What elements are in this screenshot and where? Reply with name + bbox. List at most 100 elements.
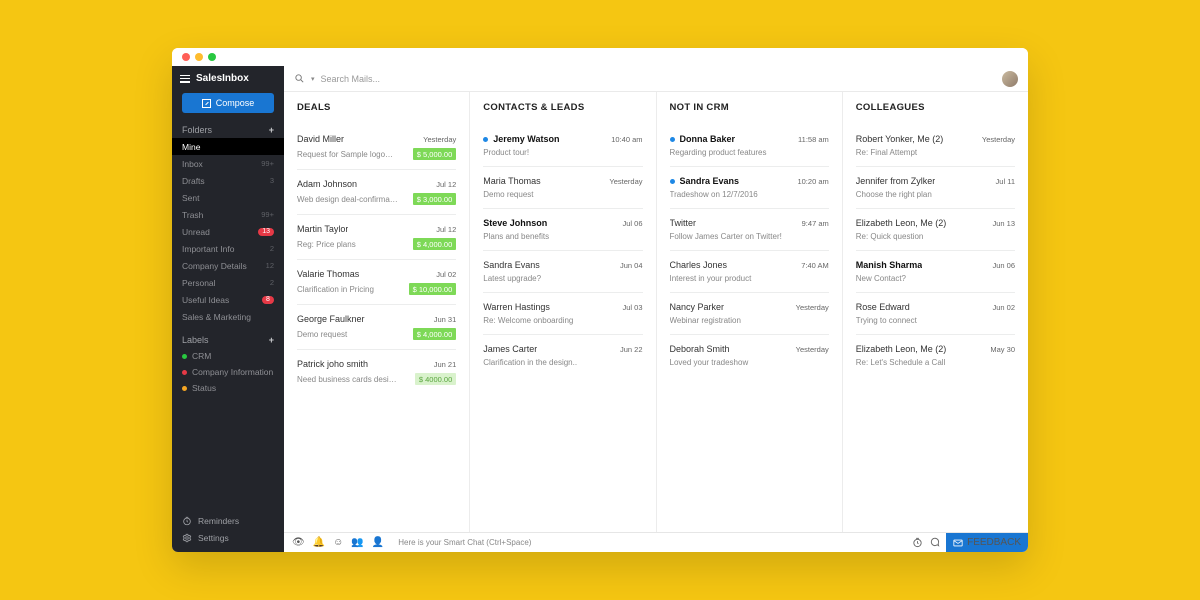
- mail-from: Patrick joho smith: [297, 359, 368, 369]
- add-folder-button[interactable]: +: [269, 125, 274, 135]
- mail-item[interactable]: Adam JohnsonJul 12Web design deal-confir…: [297, 170, 456, 215]
- folder-drafts[interactable]: Drafts3: [172, 172, 284, 189]
- mail-item[interactable]: Maria ThomasYesterdayDemo request: [483, 167, 642, 209]
- unread-dot-icon: [670, 179, 675, 184]
- compose-button[interactable]: Compose: [182, 93, 274, 113]
- mail-item[interactable]: Valarie ThomasJul 02Clarification in Pri…: [297, 260, 456, 305]
- chat-icon[interactable]: [929, 537, 940, 548]
- mail-subject: Regarding product features: [670, 148, 829, 157]
- mail-from: Maria Thomas: [483, 176, 540, 186]
- mail-subject: Clarification in the design..: [483, 358, 642, 367]
- folder-label: Useful Ideas: [182, 295, 229, 305]
- app-window: SalesInbox Compose Folders + MineInbox99…: [172, 48, 1028, 552]
- column-not-in-crm: NOT IN CRMDonna Baker11:58 amRegarding p…: [657, 92, 843, 532]
- label-status[interactable]: Status: [172, 380, 284, 396]
- folder-label: Sales & Marketing: [182, 312, 251, 322]
- mail-subject: Re: Quick question: [856, 232, 1015, 241]
- settings-nav[interactable]: Settings: [172, 529, 284, 546]
- label-dot-icon: [182, 354, 187, 359]
- mail-time: Jul 11: [996, 177, 1015, 186]
- mail-item[interactable]: Steve JohnsonJul 06Plans and benefits: [483, 209, 642, 251]
- folder-inbox[interactable]: Inbox99+: [172, 155, 284, 172]
- folder-personal[interactable]: Personal2: [172, 274, 284, 291]
- person-icon[interactable]: 👤: [372, 537, 384, 548]
- mail-item[interactable]: Deborah SmithYesterdayLoved your tradesh…: [670, 335, 829, 376]
- mail-subject: Re: Let's Schedule a Call: [856, 358, 1015, 367]
- column-contacts-leads: CONTACTS & LEADSJeremy Watson10:40 amPro…: [470, 92, 656, 532]
- mail-item[interactable]: Jennifer from ZylkerJul 11Choose the rig…: [856, 167, 1015, 209]
- mail-item[interactable]: Donna Baker11:58 amRegarding product fea…: [670, 125, 829, 167]
- folder-company-details[interactable]: Company Details12: [172, 257, 284, 274]
- maximize-icon[interactable]: [208, 53, 216, 61]
- mail-from: Charles Jones: [670, 260, 728, 270]
- mail-item[interactable]: Sandra Evans10:20 amTradeshow on 12/7/20…: [670, 167, 829, 209]
- mail-from: Jennifer from Zylker: [856, 176, 936, 186]
- mail-item[interactable]: James CarterJun 22Clarification in the d…: [483, 335, 642, 376]
- mail-time: Jun 22: [620, 345, 643, 354]
- search-input[interactable]: [321, 74, 996, 84]
- hamburger-icon[interactable]: [180, 75, 190, 83]
- folder-mine[interactable]: Mine: [172, 138, 284, 155]
- mail-time: Jul 02: [436, 270, 456, 279]
- mail-item[interactable]: Charles Jones7:40 AMInterest in your pro…: [670, 251, 829, 293]
- folder-useful-ideas[interactable]: Useful Ideas8: [172, 291, 284, 308]
- mail-item[interactable]: Martin TaylorJul 12Reg: Price plans$ 4,0…: [297, 215, 456, 260]
- add-label-button[interactable]: +: [269, 335, 274, 345]
- smile-icon[interactable]: ☺: [333, 537, 343, 548]
- folder-count: 12: [266, 261, 274, 270]
- mail-item[interactable]: David MillerYesterdayRequest for Sample …: [297, 125, 456, 170]
- mail-time: 7:40 AM: [801, 261, 829, 270]
- mail-item[interactable]: Manish SharmaJun 06New Contact?: [856, 251, 1015, 293]
- eye-icon[interactable]: 👁: [292, 537, 305, 548]
- mail-item[interactable]: Sandra EvansJun 04Latest upgrade?: [483, 251, 642, 293]
- folder-important-info[interactable]: Important Info2: [172, 240, 284, 257]
- bell-icon[interactable]: 🔔: [313, 537, 325, 548]
- mail-item[interactable]: Elizabeth Leon, Me (2)May 30Re: Let's Sc…: [856, 335, 1015, 376]
- mail-time: 10:40 am: [611, 135, 642, 144]
- folder-count: 2: [270, 278, 274, 287]
- gear-icon: [182, 533, 192, 543]
- mail-time: Yesterday: [609, 177, 642, 186]
- people-icon[interactable]: 👥: [351, 537, 363, 548]
- mail-time: Jul 12: [436, 180, 456, 189]
- mail-item[interactable]: Jeremy Watson10:40 amProduct tour!: [483, 125, 642, 167]
- mail-subject: Follow James Carter on Twitter!: [670, 232, 829, 241]
- label-company-information[interactable]: Company Information: [172, 364, 284, 380]
- folder-label: Unread: [182, 227, 210, 237]
- label-crm[interactable]: CRM: [172, 348, 284, 364]
- minimize-icon[interactable]: [195, 53, 203, 61]
- search-caret[interactable]: ▾: [311, 75, 315, 83]
- mail-item[interactable]: Twitter9:47 amFollow James Carter on Twi…: [670, 209, 829, 251]
- mail-item[interactable]: Robert Yonker, Me (2)YesterdayRe: Final …: [856, 125, 1015, 167]
- mail-item[interactable]: Rose EdwardJun 02Trying to connect: [856, 293, 1015, 335]
- mail-from: Rose Edward: [856, 302, 910, 312]
- close-icon[interactable]: [182, 53, 190, 61]
- folder-unread[interactable]: Unread13: [172, 223, 284, 240]
- folders-section-head: Folders +: [172, 121, 284, 138]
- feedback-button[interactable]: FEEDBACK: [946, 533, 1028, 552]
- mail-item[interactable]: George FaulknerJun 31Demo request$ 4,000…: [297, 305, 456, 350]
- folder-sales-marketing[interactable]: Sales & Marketing: [172, 308, 284, 325]
- mail-item[interactable]: Warren HastingsJul 03Re: Welcome onboard…: [483, 293, 642, 335]
- mail-time: Yesterday: [423, 135, 456, 144]
- mail-time: Jul 12: [436, 225, 456, 234]
- mail-time: May 30: [990, 345, 1015, 354]
- mail-subject: Reg: Price plans: [297, 240, 407, 249]
- mail-item[interactable]: Elizabeth Leon, Me (2)Jun 13Re: Quick qu…: [856, 209, 1015, 251]
- folder-count: 3: [270, 176, 274, 185]
- clock-icon[interactable]: [912, 537, 923, 548]
- mail-subject: Re: Final Attempt: [856, 148, 1015, 157]
- bottom-icons: 👁 🔔 ☺ 👥 👤: [284, 537, 392, 548]
- avatar[interactable]: [1002, 71, 1018, 87]
- reminders-nav[interactable]: Reminders: [172, 512, 284, 529]
- mail-subject: Clarification in Pricing: [297, 285, 403, 294]
- mail-item[interactable]: Patrick joho smithJun 21Need business ca…: [297, 350, 456, 394]
- deal-amount: $ 4,000.00: [413, 328, 456, 340]
- reminders-label: Reminders: [198, 516, 239, 526]
- folder-sent[interactable]: Sent: [172, 189, 284, 206]
- mail-item[interactable]: Nancy ParkerYesterdayWebinar registratio…: [670, 293, 829, 335]
- clock-icon: [182, 516, 192, 526]
- folder-trash[interactable]: Trash99+: [172, 206, 284, 223]
- column-title: COLLEAGUES: [856, 102, 1015, 113]
- folder-count: 2: [270, 244, 274, 253]
